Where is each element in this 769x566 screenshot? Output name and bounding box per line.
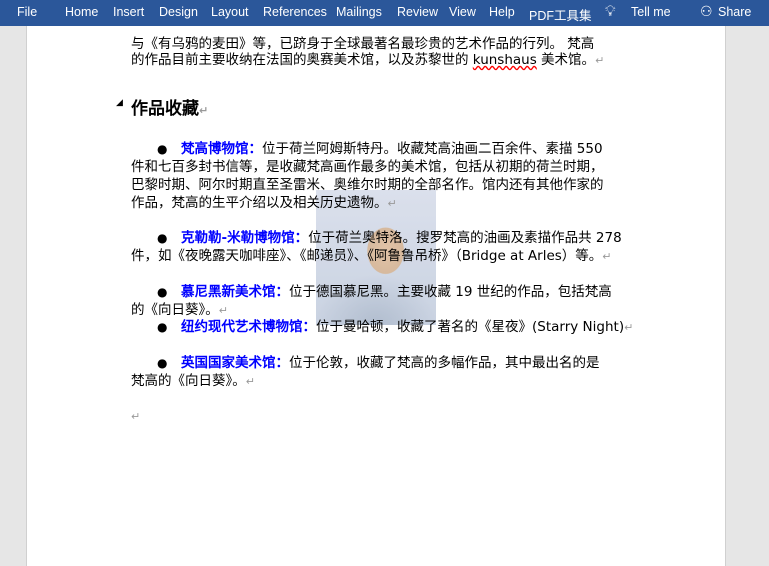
ribbon: File Home Insert Design Layout Reference… bbox=[0, 0, 769, 26]
paragraph-mark: ↵ bbox=[595, 54, 605, 67]
bullet-icon: ● bbox=[157, 142, 168, 156]
tab-help[interactable]: Help bbox=[489, 5, 515, 19]
collapse-triangle-icon[interactable]: ◢ bbox=[116, 98, 123, 108]
paragraph-mark: ↵ bbox=[245, 375, 255, 388]
tab-layout[interactable]: Layout bbox=[211, 5, 249, 19]
paragraph-mark: ↵ bbox=[602, 250, 612, 263]
tab-design[interactable]: Design bbox=[159, 5, 198, 19]
misspelled-word[interactable]: kunshaus bbox=[473, 52, 537, 68]
list-item-line: ● 梵高博物馆：位于荷兰阿姆斯特丹。收藏梵高油画二百余件、素描 550 bbox=[157, 140, 603, 158]
section-heading: 作品收藏↵ bbox=[131, 94, 208, 119]
list-item-line: ● 克勒勒-米勒博物馆：位于荷兰奥特洛。搜罗梵高的油画及素描作品共 278 bbox=[157, 229, 622, 247]
paragraph-mark: ↵ bbox=[624, 321, 634, 334]
text: 巴黎时期、阿尔时期直至圣雷米、奥维尔时期的全部名作。馆内还有其他作家的 bbox=[131, 177, 604, 193]
text: 件，如《夜晚露天咖啡座》、《邮递员》、《阿鲁鲁吊桥》（Bridge at Arl… bbox=[131, 248, 603, 264]
bullet-icon: ● bbox=[157, 285, 168, 299]
museum-name: 克勒勒-米勒博物馆： bbox=[181, 230, 309, 246]
text: 梵高的《向日葵》。 bbox=[131, 373, 246, 389]
list-item-line: 件，如《夜晚露天咖啡座》、《邮递员》、《阿鲁鲁吊桥》（Bridge at Arl… bbox=[131, 247, 612, 266]
text: 的《向日葵》。 bbox=[131, 302, 219, 318]
paragraph-mark: ↵ bbox=[218, 304, 228, 317]
bullet-icon: ● bbox=[157, 320, 168, 334]
tab-pdf[interactable]: PDF工具集 bbox=[529, 5, 592, 24]
museum-name: 慕尼黑新美术馆： bbox=[181, 284, 289, 300]
bullet-icon: ● bbox=[157, 231, 168, 245]
list-item-line: ● 英国国家美术馆：位于伦敦，收藏了梵高的多幅作品，其中最出名的是 bbox=[157, 354, 600, 372]
share-button[interactable]: Share bbox=[718, 5, 751, 19]
text: 件和七百多封书信等，是收藏梵高画作最多的美术馆，包括从初期的荷兰时期， bbox=[131, 159, 604, 175]
text: 与《有乌鸦的麦田》等，已跻身于全球最著名最珍贵的艺术作品的行列。 梵高 bbox=[131, 36, 595, 52]
list-item-line: 梵高的《向日葵》。↵ bbox=[131, 372, 255, 391]
tab-home[interactable]: Home bbox=[65, 5, 98, 19]
list-item-line: ● 纽约现代艺术博物馆：位于曼哈顿，收藏了著名的《星夜》(Starry Night… bbox=[157, 318, 634, 337]
text: 位于荷兰阿姆斯特丹。收藏梵高油画二百余件、素描 550 bbox=[262, 141, 603, 157]
text: 位于伦敦，收藏了梵高的多幅作品，其中最出名的是 bbox=[289, 355, 600, 371]
museum-name: 梵高博物馆： bbox=[181, 141, 262, 157]
tab-file[interactable]: File bbox=[17, 5, 37, 19]
lightbulb-icon[interactable]: 💡︎ bbox=[605, 3, 616, 20]
paragraph-mark: ↵ bbox=[387, 197, 397, 210]
intro-line: 的作品目前主要收纳在法国的奥赛美术馆，以及苏黎世的 kunshaus 美术馆。↵ bbox=[131, 51, 604, 70]
paragraph-mark: ↵ bbox=[199, 104, 209, 117]
tab-references[interactable]: References bbox=[263, 5, 327, 19]
museum-name: 纽约现代艺术博物馆： bbox=[181, 319, 316, 335]
share-person-icon[interactable]: ⚇ bbox=[700, 3, 713, 20]
tell-me[interactable]: Tell me bbox=[631, 5, 671, 19]
text: 位于荷兰奥特洛。搜罗梵高的油画及素描作品共 278 bbox=[308, 230, 622, 246]
tab-view[interactable]: View bbox=[449, 5, 476, 19]
list-item-line: 件和七百多封书信等，是收藏梵高画作最多的美术馆，包括从初期的荷兰时期， bbox=[131, 158, 604, 176]
text: 位于曼哈顿，收藏了著名的《星夜》(Starry Night) bbox=[316, 319, 625, 335]
text: 美术馆。 bbox=[536, 52, 596, 68]
text: 的作品目前主要收纳在法国的奥赛美术馆，以及苏黎世的 bbox=[131, 52, 473, 68]
museum-name: 英国国家美术馆： bbox=[181, 355, 289, 371]
heading-text: 作品收藏 bbox=[131, 99, 199, 119]
empty-paragraph-mark: ↵ bbox=[131, 410, 141, 423]
list-item-line: ● 慕尼黑新美术馆：位于德国慕尼黑。主要收藏 19 世纪的作品，包括梵高 bbox=[157, 283, 612, 301]
text: 位于德国慕尼黑。主要收藏 19 世纪的作品，包括梵高 bbox=[289, 284, 612, 300]
list-item-line: 巴黎时期、阿尔时期直至圣雷米、奥维尔时期的全部名作。馆内还有其他作家的 bbox=[131, 176, 604, 194]
bullet-icon: ● bbox=[157, 356, 168, 370]
tab-mailings[interactable]: Mailings bbox=[336, 5, 382, 19]
tab-insert[interactable]: Insert bbox=[113, 5, 144, 19]
tab-review[interactable]: Review bbox=[397, 5, 438, 19]
text: 作品，梵高的生平介绍以及相关历史遗物。 bbox=[131, 195, 388, 211]
list-item-line: 作品，梵高的生平介绍以及相关历史遗物。↵ bbox=[131, 194, 397, 213]
